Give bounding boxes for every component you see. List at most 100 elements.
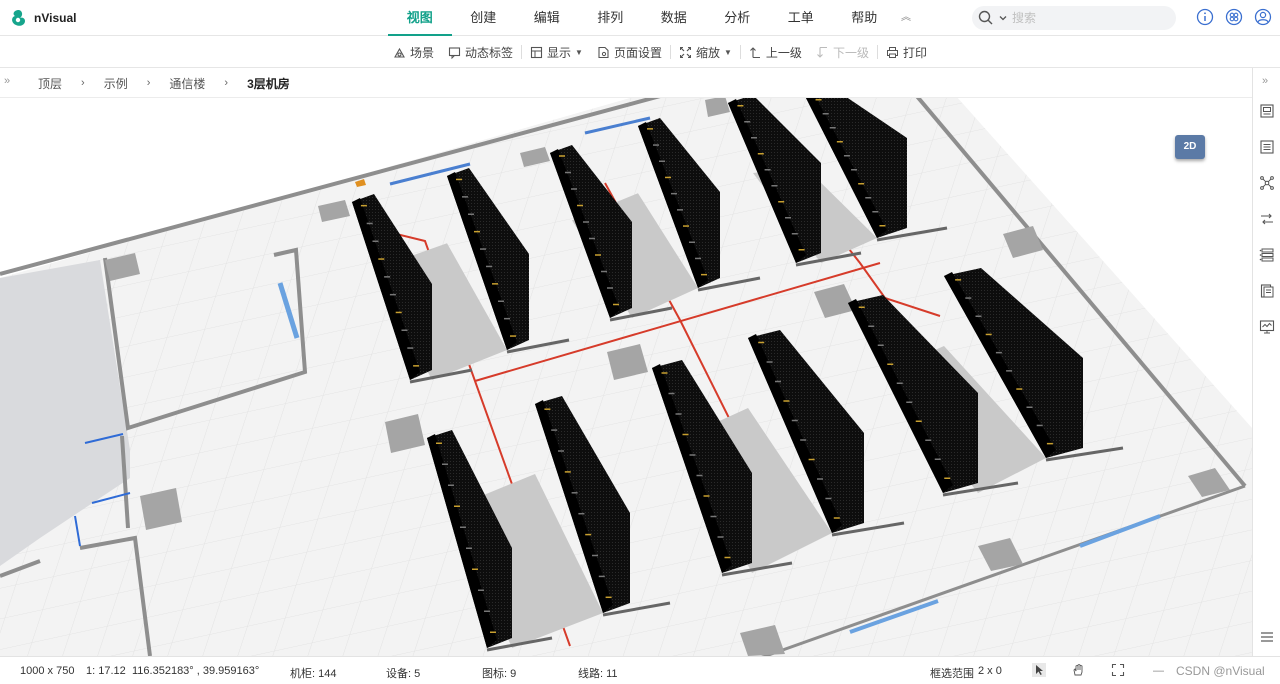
user-icon[interactable]: [1254, 8, 1272, 26]
chevrons-up-icon[interactable]: ︽: [896, 0, 916, 36]
pointer-icon[interactable]: [1032, 663, 1046, 677]
settings-icon[interactable]: [1225, 8, 1243, 26]
caret-down-icon: ▼: [724, 47, 732, 57]
selection-label: 框选范围: [930, 668, 974, 680]
list-icon[interactable]: [1259, 139, 1275, 155]
line-count: 线路: 11: [578, 668, 618, 680]
rack-unit-label: [703, 495, 710, 497]
rack-unit-label: [585, 533, 592, 536]
room-3d-scene[interactable]: [0, 98, 1252, 656]
rack-unit-label: [466, 547, 472, 549]
monitor-icon[interactable]: [1259, 319, 1275, 335]
floor-plan-3d-canvas[interactable]: 2D: [0, 98, 1252, 656]
rack-unit-label: [668, 392, 675, 395]
rack-unit-label: [817, 478, 823, 480]
menu-analysis[interactable]: 分析: [706, 0, 770, 36]
rack-unit-label: [607, 287, 613, 289]
chevron-down-icon[interactable]: [998, 13, 1008, 23]
rack-list-icon[interactable]: [1259, 247, 1275, 263]
rack-unit-label: [468, 213, 474, 215]
info-icon[interactable]: [1196, 8, 1214, 26]
menu-create[interactable]: 创建: [452, 0, 516, 36]
rack-unit-label: [653, 144, 659, 146]
up-level-button[interactable]: 上一级: [742, 36, 809, 68]
rack-unit-label: [865, 197, 872, 199]
menu-view[interactable]: 视图: [388, 0, 452, 36]
rack-unit-label: [925, 439, 932, 441]
rack-unit-label: [771, 185, 778, 187]
scene-button[interactable]: 场景: [386, 36, 441, 68]
display-dropdown[interactable]: 显示 ▼: [523, 36, 590, 68]
top-bar: nVisual 视图 创建 编辑 排列 数据 分析 工单 帮助 ︽: [0, 0, 1280, 36]
rack-unit-label: [1026, 406, 1033, 408]
network-icon[interactable]: [1259, 175, 1275, 191]
display-label: 显示: [547, 45, 572, 60]
rack-unit-label: [872, 211, 879, 213]
image-icon[interactable]: [1259, 103, 1275, 119]
search-box[interactable]: [972, 6, 1176, 30]
status-bar: 1000 x 750 1: 17.12 116.352183° , 39.959…: [0, 656, 1280, 684]
zoom-dropdown[interactable]: 缩放 ▼: [672, 36, 739, 68]
rack-unit-label: [965, 297, 972, 299]
expand-left-panel-icon[interactable]: »: [4, 75, 10, 87]
tag-icon: [448, 46, 461, 59]
rack-unit-label: [877, 344, 884, 346]
expand-right-panel-icon[interactable]: »: [1262, 75, 1268, 87]
rack-unit-label: [955, 279, 962, 281]
app-name: nVisual: [34, 11, 77, 25]
dynamic-label-text: 动态标签: [465, 45, 514, 60]
rack-unit-label: [934, 458, 941, 460]
rack-unit-label: [384, 276, 391, 278]
breadcrumb-item-top[interactable]: 顶层: [38, 75, 62, 92]
document-icon[interactable]: [1259, 283, 1275, 299]
page-setup-button[interactable]: 页面设置: [590, 36, 669, 68]
rack-unit-label: [851, 169, 858, 171]
rack-unit-label: [683, 225, 689, 227]
up-level-label: 上一级: [765, 45, 802, 60]
rack-unit-label: [995, 351, 1002, 354]
rack-unit-label: [829, 127, 836, 129]
fullscreen-icon[interactable]: [1111, 663, 1125, 677]
breadcrumb-item-building[interactable]: 通信楼: [169, 75, 205, 92]
rack-unit-label: [757, 153, 764, 155]
icon-count: 图标: 9: [482, 668, 517, 680]
toggle-2d-button[interactable]: 2D: [1175, 135, 1205, 159]
rack-unit-label: [808, 458, 815, 461]
hand-pan-icon[interactable]: [1071, 663, 1085, 677]
menu-help[interactable]: 帮助: [833, 0, 897, 36]
rack-unit-label: [798, 249, 805, 251]
rack-unit-label: [583, 221, 589, 223]
rack-unit-label: [484, 610, 490, 612]
scene-label: 场景: [410, 45, 435, 60]
minimize-icon[interactable]: —: [1153, 665, 1164, 677]
nvisual-logo-icon: [12, 10, 25, 26]
device-count: 设备: 5: [386, 668, 421, 680]
rack-unit-label: [906, 401, 913, 403]
rack-unit-label: [836, 141, 843, 143]
rack-unit-label: [510, 335, 516, 337]
search-icon: [978, 10, 993, 25]
rack-unit-label: [372, 240, 379, 242]
layout-icon: [530, 46, 543, 58]
rack-unit-label: [815, 99, 822, 101]
down-level-button[interactable]: 下一级: [809, 36, 876, 68]
rack-unit-label: [791, 233, 798, 235]
toolbar-divider: [739, 45, 741, 59]
menu-data[interactable]: 数据: [642, 0, 706, 36]
chevron-right-icon: ›: [146, 77, 151, 89]
menu-arrange[interactable]: 排列: [579, 0, 643, 36]
dynamic-label-button[interactable]: 动态标签: [441, 36, 520, 68]
menu-edit[interactable]: 编辑: [515, 0, 579, 36]
menu-icon[interactable]: [1259, 629, 1275, 645]
rack-unit-label: [879, 225, 886, 227]
rack-unit-label: [605, 596, 612, 599]
rack-unit-label: [486, 265, 492, 268]
selection-value: 2 x 0: [978, 665, 1002, 677]
app-logo[interactable]: nVisual: [10, 8, 76, 28]
rack-unit-label: [682, 433, 689, 436]
breadcrumb-item-example[interactable]: 示例: [104, 75, 128, 92]
menu-workorder[interactable]: 工单: [769, 0, 833, 36]
search-input[interactable]: [1012, 8, 1162, 28]
print-button[interactable]: 打印: [879, 36, 934, 68]
route-icon[interactable]: [1259, 211, 1275, 227]
